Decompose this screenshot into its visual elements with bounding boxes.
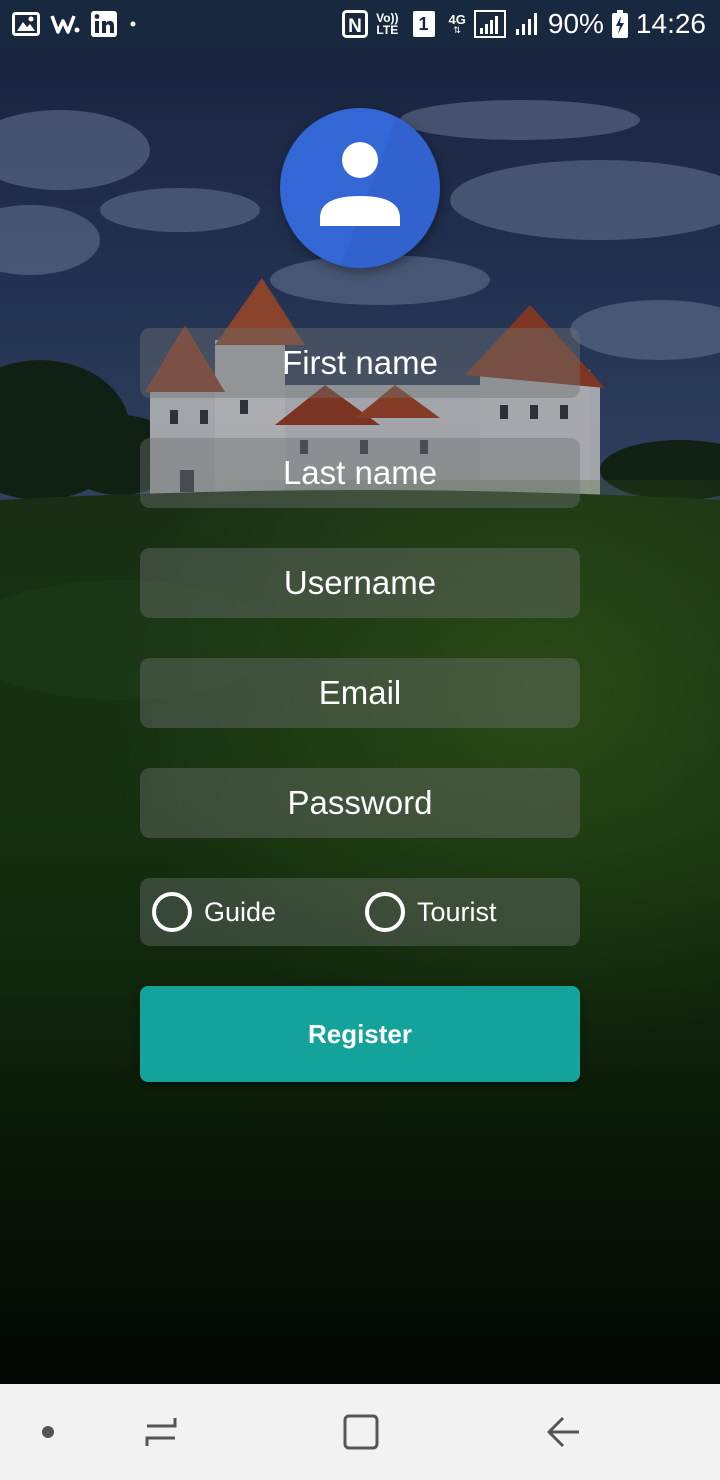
notification-icons [12,8,138,40]
radio-guide[interactable]: Guide [152,878,276,946]
first-name-field[interactable] [140,328,580,398]
volte-bottom-label: LTE [376,23,399,37]
person-icon [320,108,440,268]
volte-icon: Vo)) LTE [376,12,398,36]
password-field[interactable] [140,768,580,838]
nfc-icon: N [342,10,369,38]
username-input[interactable] [140,548,580,618]
w-app-icon [50,12,80,36]
sim-icon: 1 [412,11,435,37]
dot-icon [128,19,138,29]
signal-bars-2-icon [514,11,540,37]
battery-percent: 90% [547,8,604,39]
password-input[interactable] [140,768,580,838]
clock: 14:26 [635,8,706,39]
linkedin-icon [90,10,118,38]
status-bar: N Vo)) LTE 1 4G ⇅ 90% 14:26 [0,0,720,48]
email-input[interactable] [140,658,580,728]
battery-charging-icon [611,10,628,38]
role-radio-group: Guide Tourist [140,878,580,946]
last-name-field[interactable] [140,438,580,508]
register-button[interactable]: Register [140,986,580,1082]
radio-tourist[interactable]: Tourist [365,878,497,946]
first-name-input[interactable] [140,328,580,398]
avatar[interactable] [280,108,440,268]
back-icon [547,1416,579,1448]
image-icon [12,12,40,36]
signal-bars-icon [473,10,506,38]
navigation-bar [0,1384,720,1480]
radio-label-guide: Guide [204,896,277,927]
radio-circle-guide[interactable] [152,892,192,932]
svg-text:N: N [348,16,362,37]
system-indicators: N Vo)) LTE 1 4G ⇅ 90% 14:26 [342,6,706,42]
username-field[interactable] [140,548,580,618]
last-name-input[interactable] [140,438,580,508]
recent-apps-button[interactable] [133,1404,189,1460]
sim-label: 1 [412,11,435,37]
radio-circle-tourist[interactable] [365,892,405,932]
email-field[interactable] [140,658,580,728]
recent-apps-icon [145,1418,177,1446]
nav-dot-button[interactable] [20,1404,76,1460]
network-4g-icon: 4G ⇅ [448,12,466,35]
radio-label-tourist: Tourist [417,896,497,927]
home-icon [343,1414,379,1450]
dot-icon [42,1426,54,1438]
home-button[interactable] [333,1404,389,1460]
back-button[interactable] [535,1404,591,1460]
